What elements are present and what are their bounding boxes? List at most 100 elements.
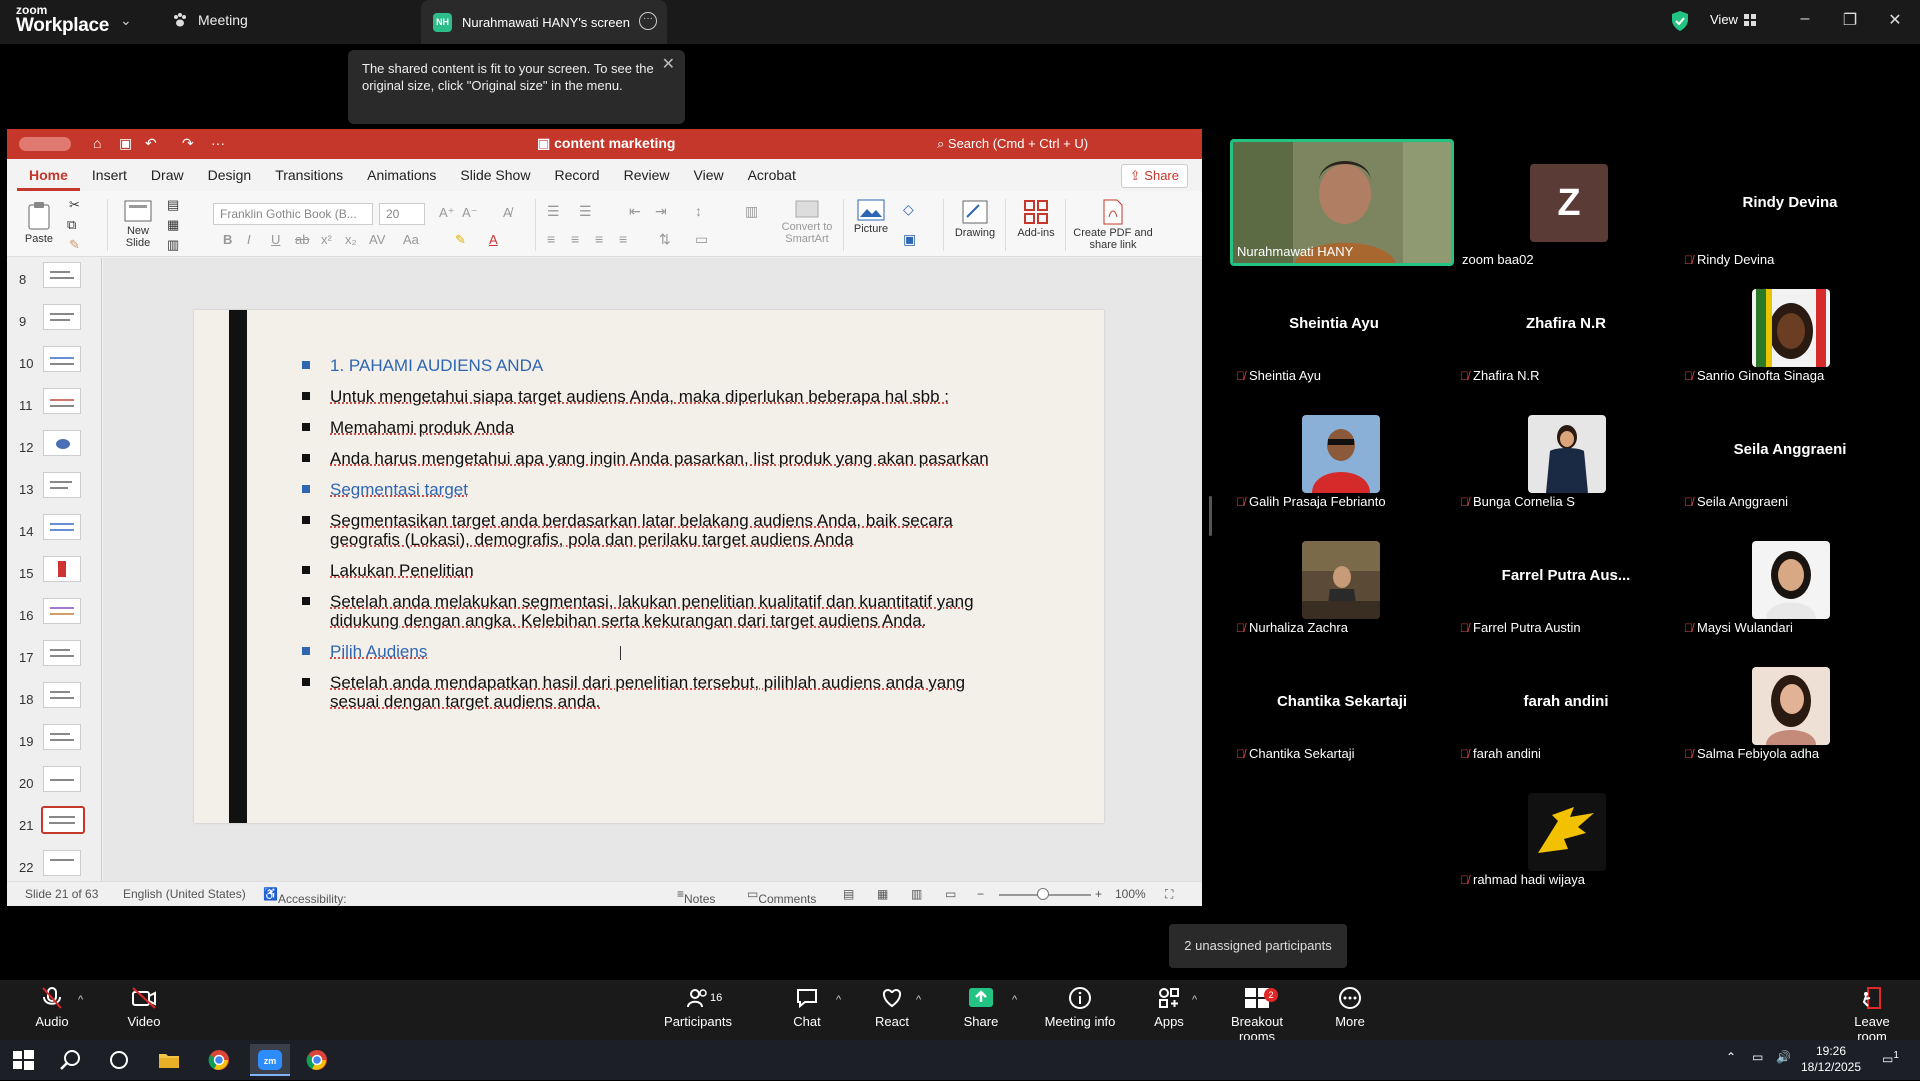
normal-view-icon[interactable]: ▤ (843, 887, 854, 901)
columns-icon[interactable]: ▥ (745, 203, 758, 220)
file-explorer-icon[interactable] (156, 1048, 182, 1072)
tab-animations[interactable]: Animations (355, 159, 448, 191)
breakout-rooms-button[interactable]: 2 Breakout rooms (1214, 986, 1300, 1044)
participant-tile[interactable]: 🎙̸ Maysi Wulandari (1680, 517, 1900, 639)
clock[interactable]: 19:26 18/12/2025 (1796, 1043, 1866, 1075)
format-painter-icon[interactable]: ✎ (69, 237, 80, 253)
participants-button[interactable]: 16 Participants (662, 986, 734, 1029)
bullets-icon[interactable]: ☰ (547, 203, 560, 220)
char-spacing-icon[interactable]: AV (369, 232, 385, 247)
slide-thumbnail[interactable]: 8 (13, 262, 93, 298)
participant-tile[interactable]: 🎙̸ Bunga Cornelia S (1456, 391, 1676, 513)
windows-start-icon[interactable] (10, 1048, 36, 1072)
slide-thumbnail-selected[interactable]: 21 (13, 808, 93, 844)
undo-icon[interactable]: ↶ (145, 135, 157, 152)
slide-thumbnail[interactable]: 11 (13, 388, 93, 424)
apps-button[interactable]: Apps (1152, 986, 1186, 1029)
chat-button[interactable]: Chat (790, 986, 824, 1029)
slide-thumbnail[interactable]: 10 (13, 346, 93, 382)
participant-tile[interactable]: Sheintia Ayu 🎙̸ Sheintia Ayu (1232, 265, 1452, 387)
participant-tile[interactable]: Chantika Sekartaji 🎙̸ Chantika Sekartaji (1232, 643, 1452, 765)
restore-icon[interactable]: ❐ (1835, 10, 1865, 30)
strikethrough-icon[interactable]: ab (295, 232, 309, 247)
current-slide[interactable]: 1. PAHAMI AUDIENS ANDA Untuk mengetahui s… (194, 310, 1104, 823)
zoom-level[interactable]: 100% (1115, 887, 1146, 901)
task-view-icon[interactable] (106, 1048, 132, 1072)
change-case-icon[interactable]: Aa (403, 232, 419, 247)
fit-slide-icon[interactable]: ⛶ (1165, 887, 1173, 902)
participant-tile[interactable]: 🎙̸ rahmad hadi wijaya (1456, 769, 1676, 891)
slide-thumbnail[interactable]: 20 (13, 766, 93, 802)
participant-tile-active[interactable]: Nurahmawati HANY (1230, 139, 1454, 266)
tab-record[interactable]: Record (542, 159, 611, 191)
react-button[interactable]: React (874, 986, 910, 1029)
align-center-icon[interactable]: ≡ (571, 231, 579, 247)
highlight-icon[interactable]: ✎ (455, 232, 466, 248)
meeting-tab[interactable]: Meeting (172, 12, 248, 28)
copy-icon[interactable]: ⧉ (67, 217, 76, 233)
participant-tile[interactable]: 🎙̸ Nurhaliza Zachra (1232, 517, 1452, 639)
slide-sorter-icon[interactable]: ▦ (877, 887, 888, 901)
section-icon[interactable]: ▥ (167, 237, 179, 253)
grow-font-icon[interactable]: A⁺ (439, 205, 455, 221)
text-direction-icon[interactable]: ⇅ (659, 231, 671, 248)
italic-icon[interactable]: I (247, 232, 251, 247)
align-text-icon[interactable]: ▭ (695, 231, 708, 248)
new-slide-button[interactable]: New Slide (115, 199, 161, 249)
participant-tile[interactable]: Rindy Devina 🎙̸ Rindy Devina (1680, 139, 1900, 261)
participant-tile[interactable]: Z zoom baa02 (1458, 139, 1678, 261)
slide-body-text[interactable]: 1. PAHAMI AUDIENS ANDA Untuk mengetahui s… (302, 356, 1002, 723)
more-icon[interactable]: ··· (211, 135, 225, 151)
accessibility-status[interactable]: ♿ Accessibility: Investigate (263, 887, 278, 901)
save-icon[interactable]: ▣ (119, 135, 132, 152)
justify-icon[interactable]: ≡ (619, 231, 627, 247)
zoom-in-icon[interactable]: + (1095, 887, 1102, 901)
layout-icon[interactable]: ▤ (167, 197, 179, 213)
font-size-select[interactable]: 20 (379, 203, 425, 225)
search-icon[interactable] (58, 1048, 84, 1072)
picture-button[interactable]: Picture (849, 199, 893, 235)
network-icon[interactable]: ▭ (1752, 1050, 1763, 1064)
participant-tile[interactable]: 🎙̸ Galih Prasaja Febrianto (1232, 391, 1452, 513)
bold-icon[interactable]: B (223, 232, 232, 247)
notes-button[interactable]: ≡ Notes (677, 887, 684, 901)
more-button[interactable]: More (1332, 986, 1368, 1029)
superscript-icon[interactable]: x² (321, 232, 332, 247)
ppt-search[interactable]: ⌕ Search (Cmd + Ctrl + U) (937, 136, 1088, 152)
audio-options-caret[interactable]: ^ (78, 994, 83, 1006)
share-options-caret[interactable]: ^ (1012, 994, 1017, 1006)
subscript-icon[interactable]: x₂ (345, 232, 357, 247)
increase-indent-icon[interactable]: ⇥ (655, 203, 667, 220)
notice-close-icon[interactable]: ✕ (662, 56, 675, 73)
reset-icon[interactable]: ▦ (167, 217, 179, 233)
slide-thumbnail[interactable]: 12 (13, 430, 93, 466)
underline-icon[interactable]: U (271, 232, 280, 247)
zoom-slider-knob[interactable] (1037, 888, 1049, 900)
addins-button[interactable]: Add-ins (1013, 199, 1059, 239)
audio-button[interactable]: Audio (30, 986, 74, 1029)
textbox-icon[interactable]: ▣ (903, 231, 916, 248)
split-resize-handle[interactable] (1209, 496, 1212, 536)
create-pdf-button[interactable]: Create PDF and share link (1073, 199, 1153, 251)
decrease-indent-icon[interactable]: ⇤ (629, 203, 641, 220)
minimize-icon[interactable]: – (1790, 10, 1820, 28)
slide-thumbnail[interactable]: 18 (13, 682, 93, 718)
react-options-caret[interactable]: ^ (916, 994, 921, 1006)
slide-thumbnail[interactable]: 14 (13, 514, 93, 550)
slide-thumbnails-panel[interactable]: 8 9 10 11 12 13 14 15 16 17 18 19 20 21 … (7, 258, 99, 881)
tab-acrobat[interactable]: Acrobat (736, 159, 808, 191)
slide-thumbnail[interactable]: 17 (13, 640, 93, 676)
ppt-share-button[interactable]: ⇪ Share (1121, 164, 1188, 188)
video-button[interactable]: Video (122, 986, 166, 1029)
slide-thumbnail[interactable]: 15 (13, 556, 93, 592)
chevron-down-icon[interactable]: ⌄ (120, 12, 132, 29)
volume-icon[interactable]: 🔊 (1776, 1050, 1791, 1064)
line-spacing-icon[interactable]: ↕ (695, 203, 702, 219)
slide-thumbnail[interactable]: 19 (13, 724, 93, 760)
slide-thumbnail[interactable]: 22 (13, 850, 93, 881)
apps-options-caret[interactable]: ^ (1192, 994, 1197, 1006)
more-options-icon[interactable]: ··· (639, 12, 657, 30)
zoom-taskbar-button[interactable]: zm (250, 1044, 290, 1076)
slide-thumbnail[interactable]: 9 (13, 304, 93, 340)
convert-smartart-button[interactable]: Convert to SmartArt (777, 199, 837, 245)
